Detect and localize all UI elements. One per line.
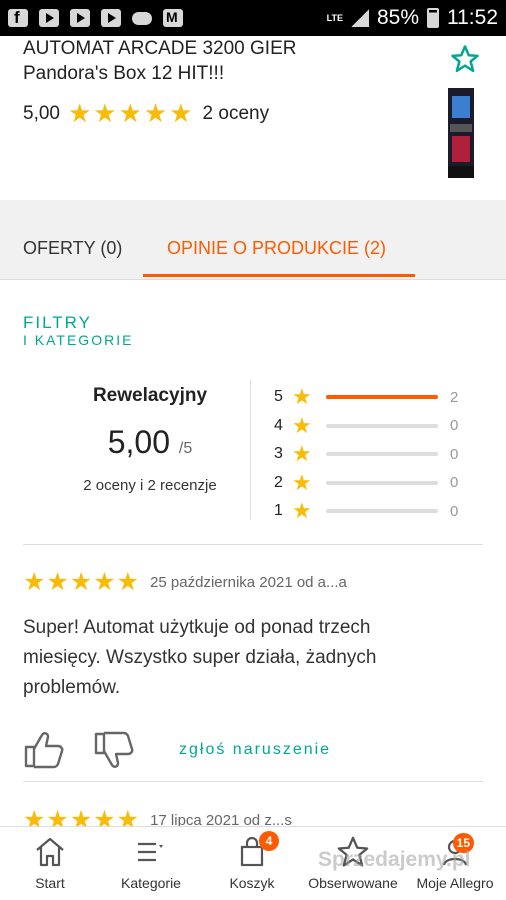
watermark: Sprzedajemy.pl bbox=[318, 848, 471, 871]
star-icon: ★ bbox=[292, 412, 312, 438]
rating-bar-row[interactable]: 1 ★ 0 bbox=[274, 497, 458, 526]
bar-track bbox=[326, 480, 438, 485]
report-link[interactable]: zgłoś naruszenie bbox=[179, 741, 331, 759]
bar-star-number: 3 bbox=[274, 445, 283, 463]
rating-value: 5,00 bbox=[23, 102, 60, 124]
nav-cart[interactable]: 4 Koszyk bbox=[202, 831, 302, 891]
thumbs-down-icon[interactable] bbox=[93, 730, 135, 770]
bar-count: 0 bbox=[450, 445, 459, 463]
average-score: 5,00 /5 bbox=[107, 424, 193, 460]
active-tab-indicator bbox=[143, 274, 415, 277]
youtube-icon bbox=[70, 9, 90, 27]
product-tabs: OFERTY (0) OPINIE O PRODUKCIE (2) bbox=[0, 200, 506, 280]
bar-fill bbox=[326, 395, 438, 400]
thumbs-up-icon[interactable] bbox=[23, 730, 65, 770]
review-text: Super! Automat użytkuje od ponad trzech … bbox=[23, 617, 377, 698]
cloud-icon bbox=[132, 11, 152, 25]
nav-categories[interactable]: Kategorie bbox=[101, 835, 201, 891]
star-icon: ★ bbox=[292, 441, 312, 467]
product-title: AUTOMAT ARCADE 3200 GIER Pandora's Box 1… bbox=[23, 38, 297, 84]
bar-count: 2 bbox=[450, 388, 459, 406]
rating-stars: ★★★★★ bbox=[67, 98, 195, 128]
facebook-icon bbox=[8, 8, 28, 28]
battery-icon bbox=[427, 8, 439, 28]
youtube-icon bbox=[101, 9, 121, 27]
rating-label: Rewelacyjny bbox=[92, 385, 208, 406]
bar-star-number: 1 bbox=[274, 502, 283, 520]
rating-bar-row[interactable]: 5 ★ 2 bbox=[274, 383, 458, 412]
tab-reviews[interactable]: OPINIE O PRODUKCIE (2) bbox=[167, 238, 386, 259]
review-item: ★★★★★ 25 października 2021 od a...a Supe… bbox=[23, 567, 483, 770]
bar-track bbox=[326, 395, 438, 400]
divider bbox=[250, 380, 251, 520]
bar-star-number: 5 bbox=[274, 388, 283, 406]
status-bar: LTE 85% 11:52 bbox=[0, 0, 506, 36]
rating-bar-row[interactable]: 4 ★ 0 bbox=[274, 412, 458, 441]
bar-count: 0 bbox=[450, 417, 459, 435]
bar-track bbox=[326, 452, 438, 457]
tab-offers[interactable]: OFERTY (0) bbox=[23, 238, 122, 259]
review-stars: ★★★★★ bbox=[23, 568, 141, 596]
rating-bar-row[interactable]: 3 ★ 0 bbox=[274, 440, 458, 469]
home-icon bbox=[33, 835, 67, 869]
clock: 11:52 bbox=[447, 6, 498, 29]
nav-start[interactable]: Start bbox=[0, 835, 100, 891]
bar-star-number: 2 bbox=[274, 473, 283, 491]
product-header: AUTOMAT ARCADE 3200 GIER Pandora's Box 1… bbox=[0, 36, 506, 200]
divider bbox=[23, 544, 483, 545]
bar-track bbox=[326, 423, 438, 428]
battery-percent: 85% bbox=[376, 6, 419, 29]
signal-icon bbox=[350, 9, 369, 27]
star-icon: ★ bbox=[292, 469, 312, 495]
bar-count: 0 bbox=[450, 474, 459, 492]
cart-badge: 4 bbox=[259, 831, 279, 851]
review-meta: 25 października 2021 od a...a bbox=[150, 573, 347, 591]
rating-counts: 2 oceny i 2 recenzje bbox=[83, 477, 217, 494]
bar-count: 0 bbox=[450, 502, 459, 520]
product-image[interactable] bbox=[444, 88, 478, 178]
gmail-icon bbox=[163, 9, 183, 27]
star-icon: ★ bbox=[292, 384, 312, 410]
divider bbox=[23, 781, 483, 782]
network-type: LTE bbox=[326, 12, 343, 23]
product-rating: 5,00 ★★★★★ 2 oceny bbox=[23, 98, 269, 129]
rating-distribution: 5 ★ 2 4 ★ 0 3 ★ 0 2 ★ 0 1 ★ 0 bbox=[274, 383, 458, 526]
rating-bar-row[interactable]: 2 ★ 0 bbox=[274, 469, 458, 498]
rating-count: 2 oceny bbox=[202, 102, 270, 124]
star-icon: ★ bbox=[292, 498, 312, 524]
bar-track bbox=[326, 509, 438, 514]
youtube-icon bbox=[39, 9, 59, 27]
filters-button[interactable]: FILTRY I KATEGORIE bbox=[23, 313, 133, 347]
rating-summary: Rewelacyjny 5,00 /5 2 oceny i 2 recenzje… bbox=[0, 380, 506, 523]
bar-star-number: 4 bbox=[274, 416, 283, 434]
menu-icon bbox=[134, 835, 168, 869]
cart-icon: 4 bbox=[235, 831, 279, 869]
star-outline-icon[interactable] bbox=[450, 44, 480, 82]
